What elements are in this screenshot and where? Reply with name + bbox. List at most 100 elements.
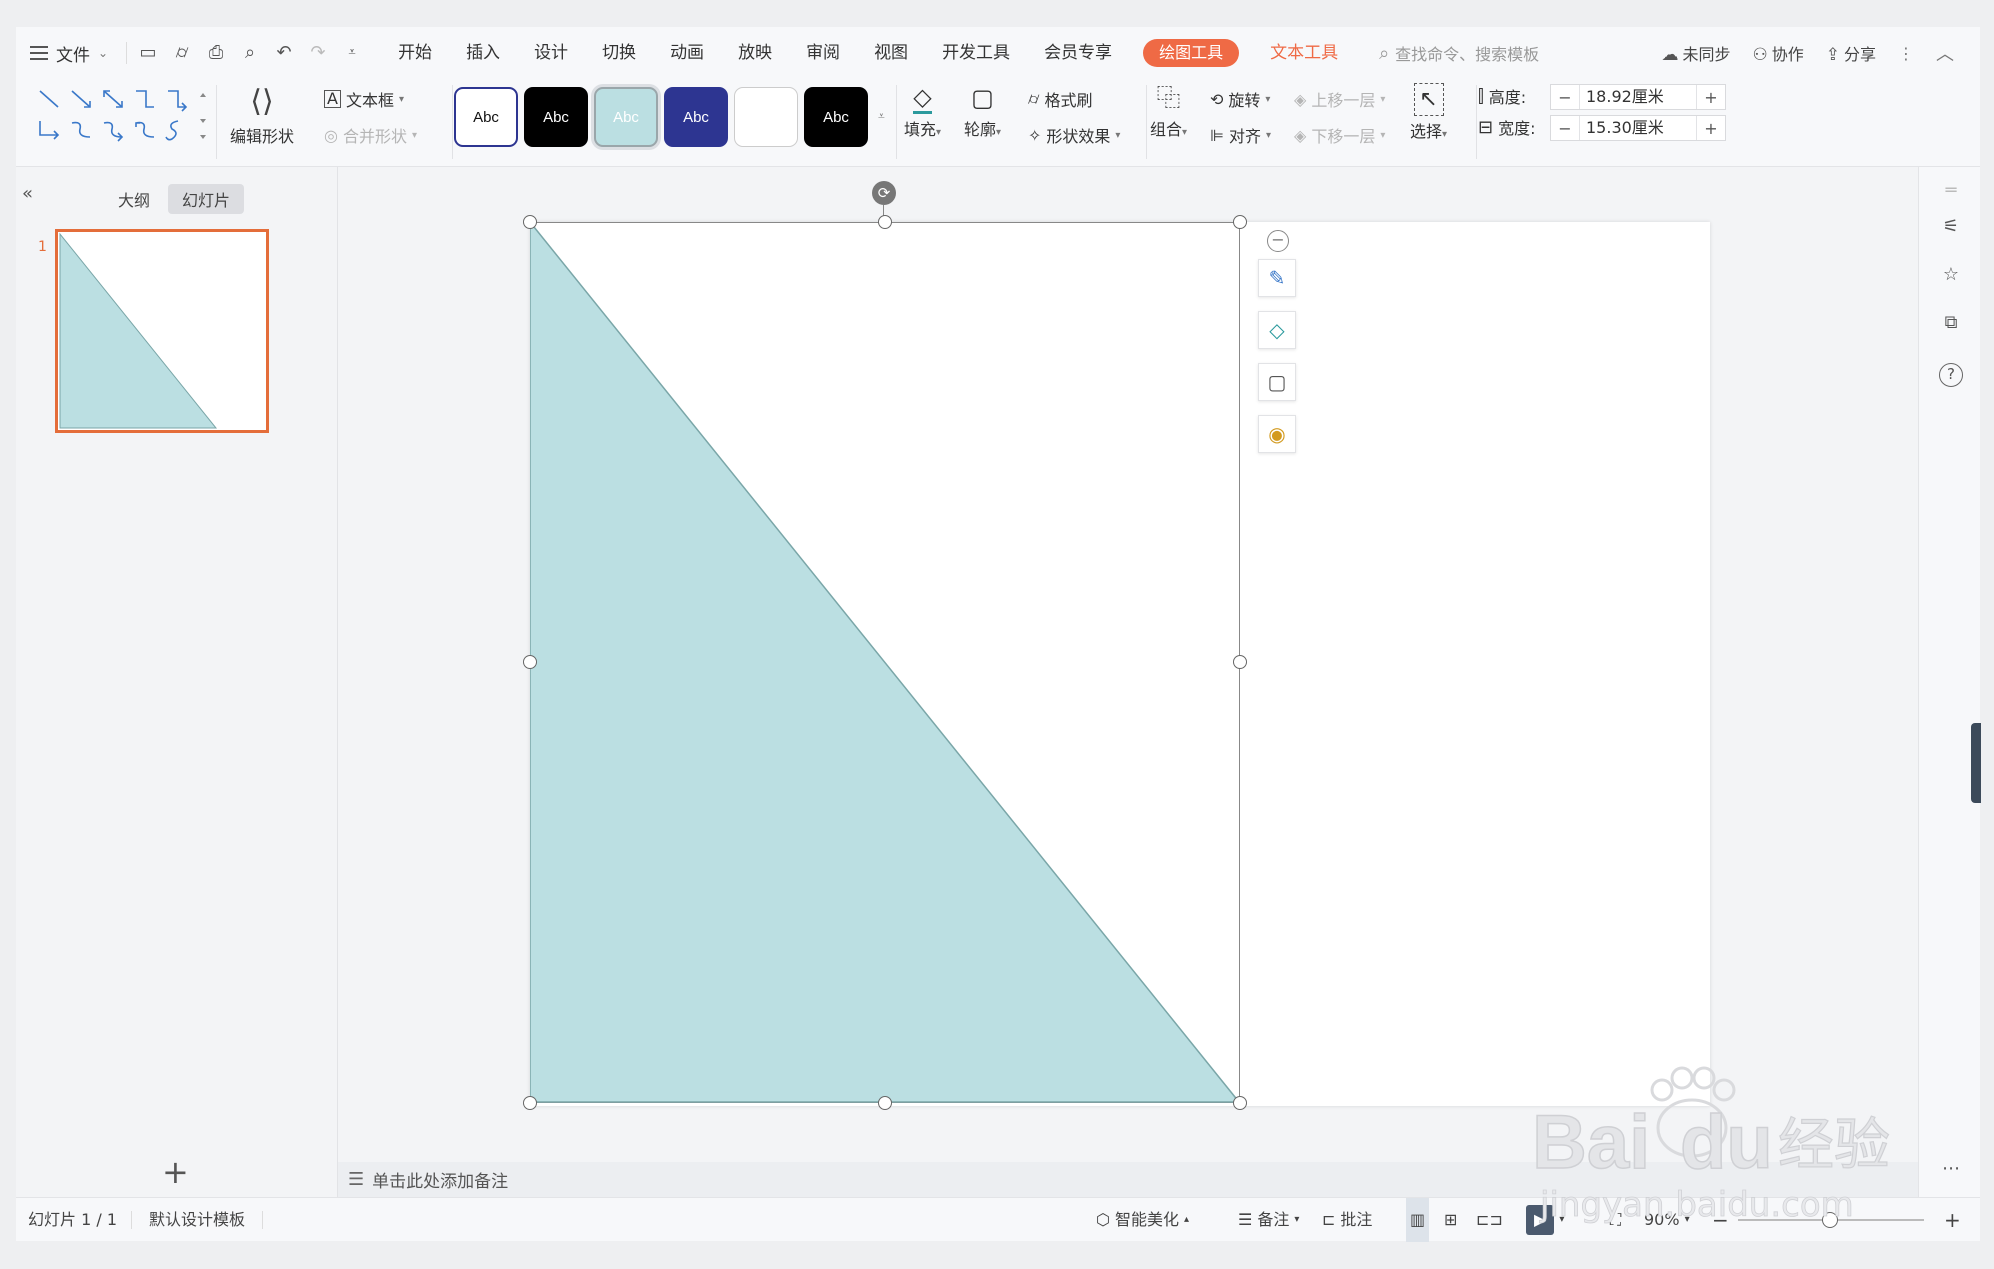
- height-input[interactable]: − 18.92厘米 +: [1550, 84, 1726, 110]
- collab-button[interactable]: ⚇ 协作: [1752, 41, 1803, 65]
- zoom-in-button[interactable]: +: [1944, 1198, 1961, 1242]
- sync-button[interactable]: ☁ 未同步: [1661, 41, 1730, 65]
- grid-view-button[interactable]: ⊞: [1444, 1198, 1457, 1242]
- normal-view-button[interactable]: ▥: [1406, 1198, 1430, 1242]
- tab-developer[interactable]: 开发工具: [925, 27, 1027, 79]
- slide-thumbnail[interactable]: [55, 229, 269, 433]
- width-decrease-button[interactable]: −: [1551, 119, 1579, 138]
- shape-effects-button[interactable]: ✧ 形状效果 ▾: [1028, 123, 1120, 147]
- comments-button[interactable]: ⊏ 批注: [1322, 1198, 1372, 1242]
- tab-review[interactable]: 审阅: [789, 27, 857, 79]
- vertical-scrollbar[interactable]: [1906, 177, 1914, 1137]
- tab-slides[interactable]: 幻灯片: [168, 184, 245, 214]
- align-button[interactable]: ⊫ 对齐 ▾: [1210, 123, 1271, 147]
- width-value[interactable]: 15.30厘米: [1579, 116, 1697, 140]
- share-button[interactable]: ⇪ 分享: [1826, 41, 1876, 65]
- align-icon: ⊫: [1210, 125, 1224, 145]
- play-slideshow-button[interactable]: ▶ ▾: [1526, 1198, 1564, 1242]
- tab-view[interactable]: 视图: [857, 27, 925, 79]
- shape-style-teal-selected[interactable]: Abc: [594, 87, 658, 147]
- shape-style-black[interactable]: Abc: [524, 87, 588, 147]
- collapse-ribbon-icon[interactable]: ︿: [1936, 40, 1954, 66]
- line-shapes-gallery[interactable]: [30, 85, 210, 145]
- tab-animation[interactable]: 动画: [653, 27, 721, 79]
- height-decrease-button[interactable]: −: [1551, 88, 1579, 107]
- send-backward-button[interactable]: ◈ 下移一层 ▾: [1294, 123, 1385, 147]
- properties-icon[interactable]: ⚟: [1939, 215, 1963, 239]
- rotate-handle[interactable]: ⟳: [872, 181, 896, 205]
- quick-outline-button[interactable]: ▢: [1258, 363, 1296, 401]
- resize-handle-middle-left[interactable]: [523, 655, 537, 669]
- format-painter-button[interactable]: ⌭ 格式刷: [1028, 87, 1093, 111]
- tab-member[interactable]: 会员专享: [1027, 27, 1129, 79]
- zoom-out-button[interactable]: −: [1712, 1198, 1729, 1242]
- template-name[interactable]: 默认设计模板: [149, 1198, 245, 1242]
- triangle-shape[interactable]: [530, 222, 1240, 1106]
- more-options-icon[interactable]: ⋯: [1939, 1157, 1963, 1181]
- print-icon[interactable]: ⎙: [205, 42, 227, 64]
- customize-toolbar-icon[interactable]: ⩡: [341, 42, 363, 64]
- resize-handle-bottom-left[interactable]: [523, 1096, 537, 1110]
- height-increase-button[interactable]: +: [1697, 88, 1725, 107]
- smart-beautify-button[interactable]: ⬡ 智能美化 ▴: [1096, 1198, 1189, 1242]
- width-increase-button[interactable]: +: [1697, 119, 1725, 138]
- width-input[interactable]: − 15.30厘米 +: [1550, 115, 1726, 141]
- tab-slideshow[interactable]: 放映: [721, 27, 789, 79]
- add-slide-button[interactable]: +: [162, 1156, 189, 1188]
- tab-home[interactable]: 开始: [381, 27, 449, 79]
- undo-icon[interactable]: ↶: [273, 42, 295, 64]
- zoom-level[interactable]: 90% ▾: [1644, 1198, 1690, 1242]
- more-icon[interactable]: ⋮: [1898, 44, 1914, 63]
- layer-down-icon: ◈: [1294, 125, 1307, 145]
- resize-handle-top-right[interactable]: [1233, 215, 1247, 229]
- fill-button[interactable]: ◇ 填充▾: [904, 83, 941, 140]
- align-label: 对齐: [1228, 127, 1261, 146]
- shape-style-blue[interactable]: Abc: [664, 87, 728, 147]
- help-icon[interactable]: ?: [1939, 363, 1963, 387]
- quick-smart-button[interactable]: ◉: [1258, 415, 1296, 453]
- resize-handle-bottom-right[interactable]: [1233, 1096, 1247, 1110]
- side-tab-icon[interactable]: [1971, 723, 1981, 803]
- bring-forward-button[interactable]: ◈ 上移一层 ▾: [1294, 87, 1385, 111]
- rotate-button[interactable]: ⟲ 旋转 ▾: [1210, 87, 1270, 111]
- group-button[interactable]: ⿻ 组合▾: [1150, 83, 1187, 140]
- textbox-button[interactable]: A 文本框 ▾: [324, 87, 404, 111]
- quick-style-button[interactable]: ✎: [1258, 259, 1296, 297]
- height-value[interactable]: 18.92厘米: [1579, 85, 1697, 109]
- merge-shape-button[interactable]: ◎ 合并形状 ▾: [324, 123, 417, 147]
- reading-view-button[interactable]: ⊏⊐: [1476, 1198, 1503, 1242]
- style-gallery-more-icon[interactable]: ⩡: [878, 109, 885, 124]
- zoom-slider-thumb[interactable]: [1822, 1212, 1838, 1228]
- print-preview-icon[interactable]: ⌕: [239, 42, 261, 64]
- star-icon[interactable]: ☆: [1939, 263, 1963, 287]
- tab-insert[interactable]: 插入: [449, 27, 517, 79]
- resize-handle-bottom-middle[interactable]: [878, 1096, 892, 1110]
- fit-window-button[interactable]: ⛶: [1610, 1198, 1621, 1242]
- save-icon[interactable]: ▭: [137, 42, 159, 64]
- collapse-float-toolbar-icon[interactable]: −: [1267, 230, 1289, 252]
- shape-style-black-2[interactable]: Abc: [804, 87, 868, 147]
- format-painter-icon[interactable]: ⌭: [171, 42, 193, 64]
- status-bar: 幻灯片 1 / 1 默认设计模板 ⬡ 智能美化 ▴ ☰ 备注 ▾ ⊏ 批注 ▥ …: [16, 1197, 1980, 1242]
- resize-handle-top-middle[interactable]: [878, 215, 892, 229]
- collapse-panel-icon[interactable]: «: [22, 183, 33, 204]
- outline-button[interactable]: ▢ 轮廓▾: [964, 83, 1001, 140]
- notes-bar[interactable]: ☰ 单击此处添加备注: [338, 1162, 1918, 1197]
- resize-handle-middle-right[interactable]: [1233, 655, 1247, 669]
- tab-design[interactable]: 设计: [517, 27, 585, 79]
- redo-icon[interactable]: ↷: [307, 42, 329, 64]
- tab-transition[interactable]: 切换: [585, 27, 653, 79]
- file-menu-button[interactable]: 文件 ⌄: [16, 27, 122, 79]
- slide-switch-icon[interactable]: ⧉: [1939, 311, 1963, 335]
- resize-handle-top-left[interactable]: [523, 215, 537, 229]
- command-search[interactable]: ⌕ 查找命令、搜索模板: [1379, 41, 1539, 65]
- quick-fill-button[interactable]: ◇: [1258, 311, 1296, 349]
- tab-outline[interactable]: 大纲: [118, 187, 150, 211]
- shape-style-blank[interactable]: [734, 87, 798, 147]
- select-button[interactable]: ↖ 选择▾: [1410, 83, 1447, 142]
- shape-style-white[interactable]: Abc: [454, 87, 518, 147]
- tab-text-tools[interactable]: 文本工具: [1253, 27, 1355, 79]
- edit-shape-button[interactable]: ⟨⟩ 编辑形状: [230, 85, 294, 147]
- notes-toggle-button[interactable]: ☰ 备注 ▾: [1238, 1198, 1299, 1242]
- tab-drawing-tools[interactable]: 绘图工具: [1143, 39, 1240, 67]
